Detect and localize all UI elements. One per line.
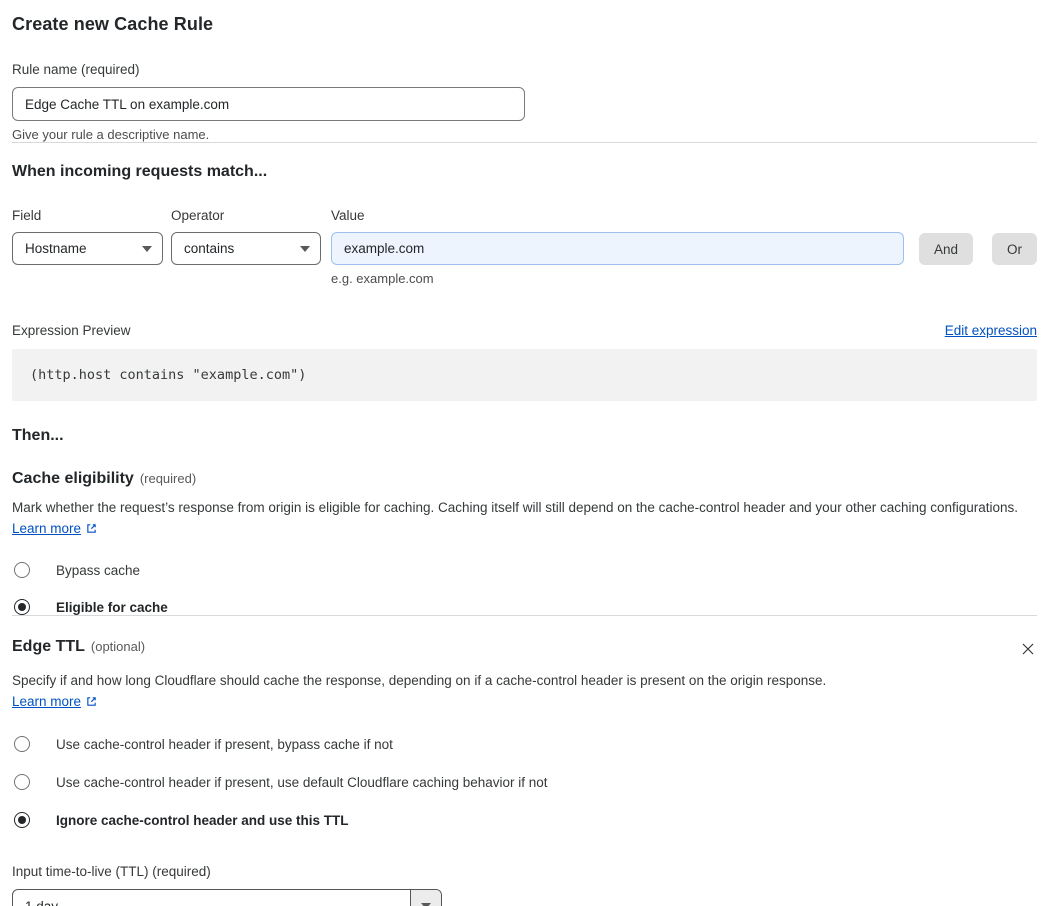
edge-ttl-title: Edge TTL <box>12 638 85 655</box>
expression-builder-row: Field Hostname Operator contains Value e… <box>12 208 1037 286</box>
operator-select-value: contains <box>184 241 235 256</box>
edge-ttl-header: Edge TTL (optional) <box>12 638 145 656</box>
expression-preview-label: Expression Preview <box>12 323 131 338</box>
match-heading: When incoming requests match... <box>12 163 268 180</box>
divider <box>12 615 1037 616</box>
radio-use-header-default[interactable]: Use cache-control header if present, use… <box>12 774 1037 790</box>
cache-eligibility-description: Mark whether the request’s response from… <box>12 497 1022 541</box>
or-button[interactable]: Or <box>992 233 1037 265</box>
ttl-select-dropdown-button[interactable] <box>410 890 441 906</box>
radio-bypass-cache[interactable]: Bypass cache <box>12 562 1037 578</box>
rule-name-input[interactable] <box>12 87 525 121</box>
close-edge-ttl-button[interactable] <box>1019 640 1037 661</box>
edge-ttl-qualifier: (optional) <box>90 639 146 654</box>
chevron-down-icon <box>300 245 310 252</box>
ttl-label: Input time-to-live (TTL) (required) <box>12 864 211 879</box>
field-label: Field <box>12 208 42 223</box>
divider <box>12 142 1037 143</box>
edge-ttl-options: Use cache-control header if present, byp… <box>12 736 1037 828</box>
rule-name-helper: Give your rule a descriptive name. <box>12 127 210 142</box>
ttl-select[interactable]: 1 day <box>12 889 442 906</box>
radio-icon-checked[interactable] <box>14 599 30 615</box>
rule-name-label: Rule name (required) <box>12 62 140 77</box>
radio-ignore-header-use-ttl[interactable]: Ignore cache-control header and use this… <box>12 812 1037 828</box>
external-link-icon <box>85 520 98 541</box>
radio-icon-checked[interactable] <box>14 812 30 828</box>
create-cache-rule-page: Create new Cache Rule Rule name (require… <box>0 0 1058 906</box>
field-select[interactable]: Hostname <box>12 232 163 265</box>
radio-eligible-for-cache[interactable]: Eligible for cache <box>12 599 1037 615</box>
external-link-icon <box>85 693 98 714</box>
cache-eligibility-options: Bypass cache Eligible for cache <box>12 562 1037 615</box>
value-input[interactable] <box>331 232 904 265</box>
radio-icon[interactable] <box>14 562 30 578</box>
edit-expression-link[interactable]: Edit expression <box>945 323 1037 338</box>
then-heading: Then... <box>12 427 64 444</box>
expression-preview-code: (http.host contains "example.com") <box>12 349 1037 401</box>
value-helper: e.g. example.com <box>331 271 434 286</box>
close-icon <box>1021 643 1035 659</box>
cache-eligibility-qualifier: (required) <box>139 471 197 486</box>
edge-ttl-description: Specify if and how long Cloudflare shoul… <box>12 670 852 714</box>
chevron-down-icon <box>142 245 152 252</box>
page-title: Create new Cache Rule <box>12 14 214 34</box>
and-button[interactable]: And <box>918 233 973 265</box>
cache-eligibility-header: Cache eligibility (required) <box>12 470 1037 488</box>
ttl-select-value: 1 day <box>25 898 59 906</box>
learn-more-link[interactable]: Learn more <box>12 521 81 536</box>
radio-icon[interactable] <box>14 774 30 790</box>
radio-icon[interactable] <box>14 736 30 752</box>
operator-select[interactable]: contains <box>171 232 321 265</box>
field-select-value: Hostname <box>25 241 87 256</box>
learn-more-link[interactable]: Learn more <box>12 694 81 709</box>
cache-eligibility-title: Cache eligibility <box>12 470 134 487</box>
operator-label: Operator <box>171 208 225 223</box>
radio-use-header-bypass[interactable]: Use cache-control header if present, byp… <box>12 736 1037 752</box>
value-label: Value <box>331 208 365 223</box>
